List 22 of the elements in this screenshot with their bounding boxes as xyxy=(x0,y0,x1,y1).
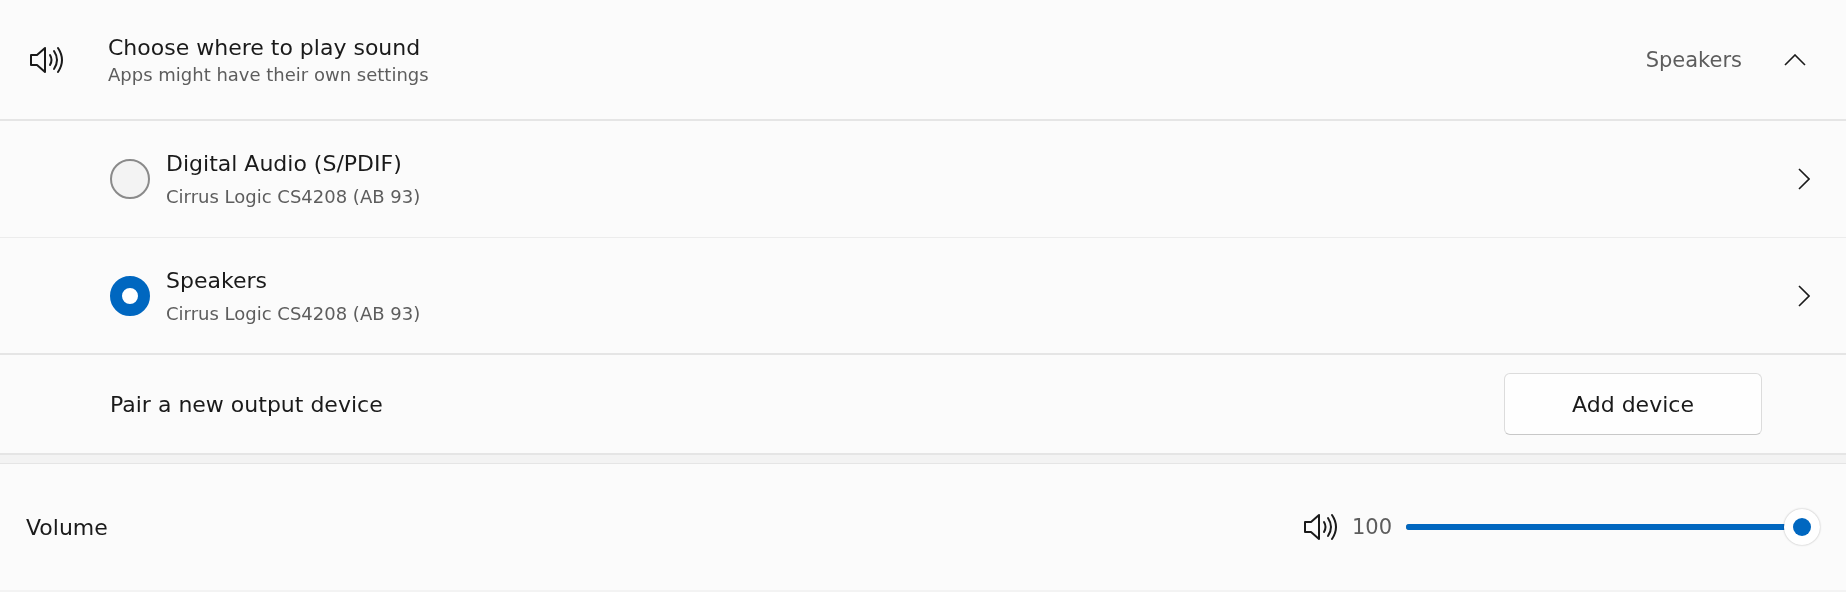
section-subtitle: Apps might have their own settings xyxy=(108,63,430,85)
radio-button[interactable] xyxy=(110,159,150,199)
device-row[interactable]: Speakers Cirrus Logic CS4208 (AB 93) xyxy=(0,237,1846,353)
volume-label: Volume xyxy=(26,514,109,540)
device-name: Digital Audio (S/PDIF) xyxy=(166,151,403,176)
speaker-icon xyxy=(1301,512,1338,542)
device-detail: Cirrus Logic CS4208 (AB 93) xyxy=(166,302,422,324)
caret-icon xyxy=(1784,53,1806,66)
device-detail: Cirrus Logic CS4208 (AB 93) xyxy=(166,186,422,207)
add-device-button[interactable]: Add device xyxy=(1504,373,1762,435)
current-device: Speakers xyxy=(1645,47,1742,72)
speaker-icon xyxy=(28,44,64,75)
device-name: Speakers xyxy=(166,267,268,293)
volume-reading: 100 xyxy=(1351,515,1392,539)
volume-slider[interactable] xyxy=(1406,509,1820,545)
slider-thumb[interactable] xyxy=(1784,509,1820,545)
chevron-right-icon xyxy=(1798,284,1810,307)
chevron-right-icon xyxy=(1798,168,1810,190)
section-title: Choose where to play sound xyxy=(108,34,422,60)
pair-label: Pair a new output device xyxy=(110,391,384,417)
device-row[interactable]: Digital Audio (S/PDIF) Cirrus Logic CS4208 (AB 93) xyxy=(0,121,1846,237)
radio-button[interactable] xyxy=(110,275,150,316)
